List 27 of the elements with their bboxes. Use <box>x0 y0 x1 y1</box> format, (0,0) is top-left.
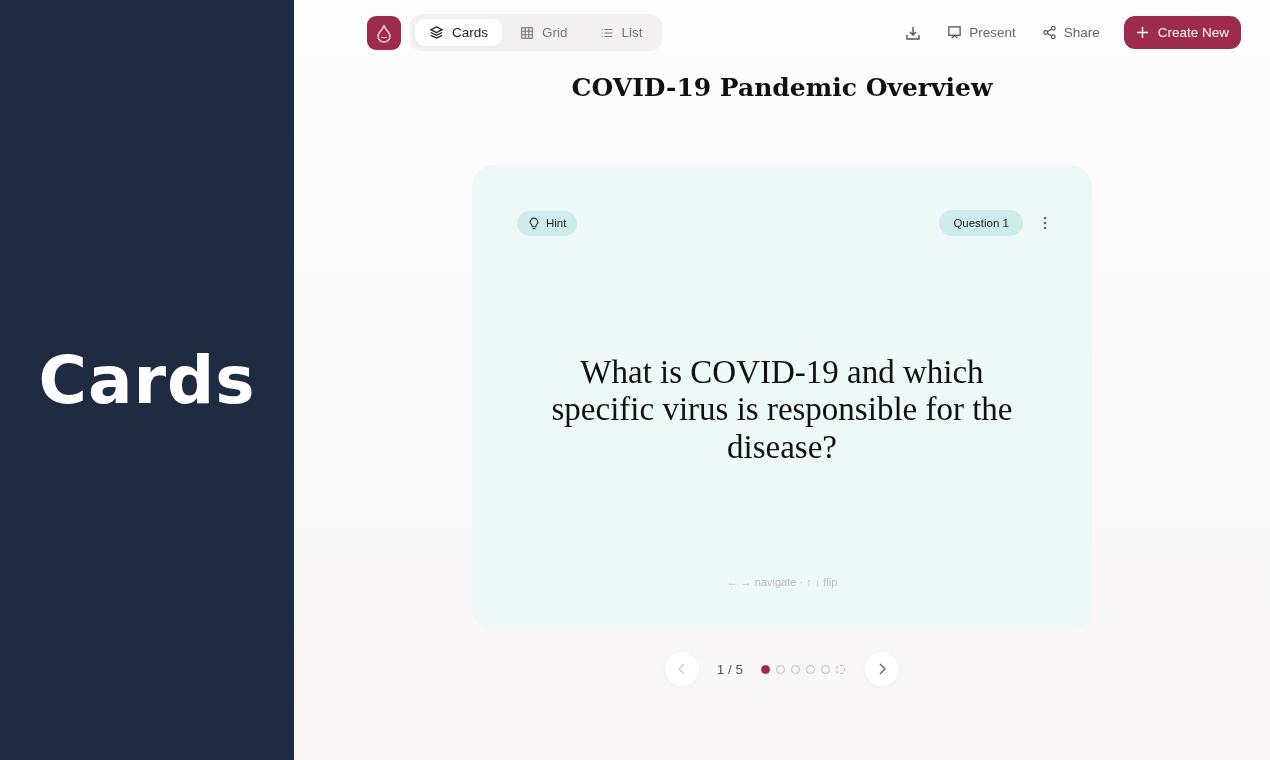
question-badge: Question 1 <box>939 210 1023 236</box>
grid-icon <box>520 25 534 40</box>
deck-title: COVID-19 Pandemic Overview <box>571 73 993 102</box>
present-button[interactable]: Present <box>939 19 1024 46</box>
share-button[interactable]: Share <box>1033 19 1108 46</box>
hint-button[interactable]: Hint <box>517 210 578 236</box>
shortcut-hint: ← → navigate · ↑ ↓ flip <box>726 576 838 588</box>
lightbulb-icon <box>528 216 540 230</box>
plus-icon <box>1135 26 1149 39</box>
presentation-icon <box>947 25 963 40</box>
chevron-right-icon <box>878 663 887 675</box>
view-tab[interactable]: List <box>585 19 657 46</box>
question-text: What is COVID-19 and which specific virus is responsible for the disease? <box>550 354 1014 466</box>
view-tab[interactable]: Cards <box>415 19 502 46</box>
more-icon[interactable] <box>1043 216 1047 230</box>
side-title: Cards <box>38 341 256 419</box>
card-counter: 1 / 5 <box>716 661 744 677</box>
chevron-left-icon <box>677 663 686 675</box>
next-button[interactable] <box>865 652 900 686</box>
share-icon <box>1041 25 1057 40</box>
flashcard[interactable]: Hint Question 1 What is COVID-19 and which specific virus is responsible for the disease? ← → navigate · ↑ ↓ flip <box>472 165 1092 630</box>
layers-icon <box>429 25 444 40</box>
view-tab[interactable]: Grid <box>506 19 582 46</box>
logo-icon[interactable] <box>367 15 401 50</box>
create-new-button[interactable]: Create New <box>1123 16 1241 49</box>
page-dot[interactable] <box>761 664 771 674</box>
download-icon <box>905 24 922 41</box>
